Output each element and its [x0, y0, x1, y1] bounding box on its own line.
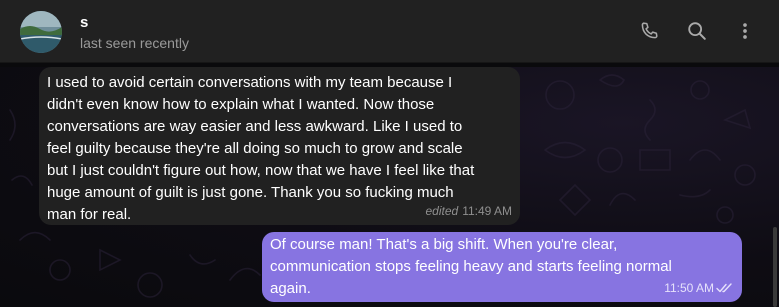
message-line: but I just couldn't figure out how, now …	[47, 162, 475, 179]
call-button[interactable]	[636, 18, 662, 44]
outgoing-message-bubble[interactable]: Of course man! That's a big shift. When …	[262, 232, 742, 302]
incoming-message-bubble[interactable]: I used to avoid certain conversations wi…	[39, 67, 520, 225]
message-line: conversations are way easier and less aw…	[47, 118, 463, 135]
more-vertical-icon	[743, 23, 747, 39]
message-line: didn't even know how to explain what I w…	[47, 96, 435, 113]
message-time: 11:50 AM	[664, 281, 714, 295]
message-line: communication stops feeling heavy and st…	[270, 258, 672, 275]
message-line: Of course man! That's a big shift. When …	[270, 236, 618, 253]
avatar-image	[20, 11, 62, 53]
phone-icon	[641, 22, 658, 39]
chat-header: s last seen recently	[0, 0, 779, 63]
chat-scrollbar[interactable]	[773, 67, 778, 307]
message-line: I used to avoid certain conversations wi…	[47, 74, 453, 91]
message-meta: 11:50 AM	[664, 277, 734, 299]
scrollbar-thumb[interactable]	[773, 227, 777, 307]
search-icon	[688, 22, 706, 40]
double-check-icon	[716, 282, 734, 294]
more-options-button[interactable]	[732, 18, 758, 44]
message-line: feel guilty because they're all doing so…	[47, 140, 463, 157]
edited-label: edited	[425, 204, 459, 218]
contact-name[interactable]: s	[80, 14, 88, 31]
contact-status: last seen recently	[80, 35, 189, 51]
search-button[interactable]	[684, 18, 710, 44]
message-time: 11:49 AM	[462, 204, 512, 218]
avatar[interactable]	[20, 11, 62, 53]
message-meta: edited 11:49 AM	[425, 200, 512, 222]
